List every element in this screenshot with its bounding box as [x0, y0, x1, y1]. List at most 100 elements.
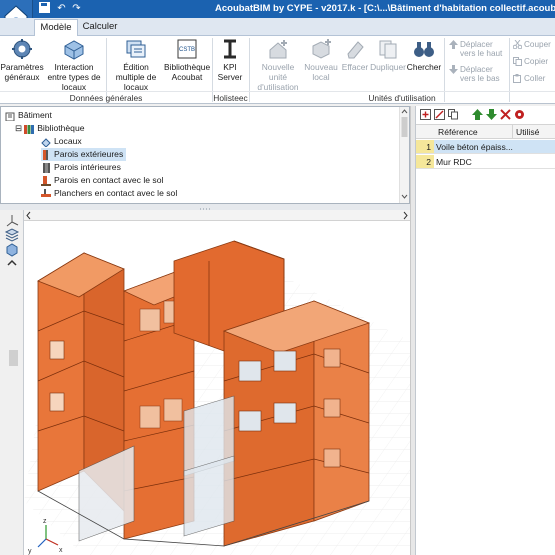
- deplacer-haut-button[interactable]: Déplacer vers le haut: [449, 40, 507, 58]
- room-icon: [41, 138, 51, 147]
- interaction-button[interactable]: Interaction entre types de locaux: [44, 36, 104, 92]
- parametres-label: Paramètres généraux: [0, 62, 44, 82]
- nouveau-local-label: Nouveau local: [304, 62, 338, 82]
- binoculars-icon: [414, 42, 434, 57]
- wall-icon: [43, 162, 50, 173]
- undo-icon[interactable]: ↶: [55, 2, 68, 15]
- parametres-button[interactable]: Paramètres généraux: [0, 36, 44, 82]
- chevron-up-icon[interactable]: [4, 258, 20, 268]
- bibliotheque-label: Bibliothèque Acoubat: [164, 62, 211, 82]
- svg-text:CSTB: CSTB: [179, 47, 195, 53]
- tab-calculer[interactable]: Calculer: [80, 19, 120, 36]
- kpi-icon: [224, 39, 236, 59]
- tree-item-label: Planchers en contact avec le sol: [54, 188, 178, 198]
- tree-item-parois-interieures[interactable]: Parois intérieures: [41, 161, 121, 174]
- couper-label: Couper: [524, 40, 551, 49]
- nouvelle-unite-button[interactable]: Nouvelle unité d'utilisation: [252, 36, 304, 92]
- kpi-button[interactable]: KPI Server: [213, 36, 247, 82]
- axis-label-x: x: [59, 547, 63, 554]
- erase-icon: [347, 41, 364, 59]
- effacer-label: Effacer: [341, 62, 369, 72]
- deplacer-haut-label: Déplacer vers le haut: [460, 40, 503, 58]
- edit-icon[interactable]: [434, 109, 445, 120]
- copy-icon[interactable]: [448, 109, 459, 120]
- coller-button[interactable]: Coller: [513, 74, 545, 83]
- wall-icon: [43, 149, 48, 160]
- duplicate-icon: [379, 40, 397, 59]
- tree-item-label: Bâtiment: [18, 110, 52, 120]
- building-icon: [5, 112, 15, 121]
- collapse-icon[interactable]: ⊟: [15, 123, 22, 133]
- cstb-library-icon: CSTB: [177, 39, 197, 59]
- tree-item-label: Locaux: [54, 136, 82, 146]
- 3d-model-view[interactable]: z y x: [24, 221, 410, 555]
- group-label-unites: Unités d'utilisation: [249, 91, 555, 104]
- nouveau-local-button[interactable]: Nouveau local: [304, 36, 338, 82]
- multi-edit-icon: [126, 40, 146, 58]
- floor-icon: [41, 188, 51, 197]
- tree-item-parois-sol[interactable]: Parois en contact avec le sol: [41, 174, 163, 187]
- arrow-down-icon: [449, 65, 458, 74]
- chercher-button[interactable]: Chercher: [406, 36, 442, 72]
- table-row[interactable]: 2 Mur RDC: [416, 155, 555, 169]
- tree-item-planchers-sol[interactable]: Planchers en contact avec le sol: [41, 187, 177, 200]
- properties-icon[interactable]: [514, 109, 525, 120]
- tab-modele[interactable]: Modèle: [34, 19, 78, 36]
- edition-label: Édition multiple de locaux: [115, 62, 157, 92]
- bibliotheque-button[interactable]: CSTB Bibliothèque Acoubat: [164, 36, 210, 82]
- tree-item-parois-exterieures[interactable]: Parois extérieures: [41, 148, 127, 161]
- window-title: AcoubatBIM by CYPE - v2017.k - [C:\...\B…: [215, 3, 555, 14]
- delete-icon[interactable]: [500, 109, 511, 120]
- project-tree: Bâtiment ⊟ Bibliothèque Locaux Parois ext…: [0, 106, 410, 204]
- tree-item-locaux[interactable]: Locaux: [41, 135, 82, 148]
- copier-button[interactable]: Copier: [513, 57, 548, 66]
- save-icon[interactable]: [38, 2, 51, 15]
- move-up-icon[interactable]: [472, 109, 483, 120]
- scissors-icon: [512, 39, 523, 50]
- books-icon: [24, 124, 35, 134]
- dupliquer-button[interactable]: Dupliquer: [370, 36, 406, 72]
- couper-button[interactable]: Couper: [512, 39, 551, 50]
- tree-item-bibliotheque[interactable]: ⊟ Bibliothèque: [15, 122, 85, 135]
- dupliquer-label: Dupliquer: [370, 62, 406, 72]
- cube-link-icon: [64, 40, 84, 60]
- axis-label-z: z: [43, 518, 47, 525]
- chercher-label: Chercher: [406, 62, 442, 72]
- copier-label: Copier: [524, 57, 549, 66]
- add-icon[interactable]: [420, 109, 431, 120]
- row-reference: Mur RDC: [436, 157, 472, 167]
- title-bar: AcoubatBIM by CYPE - v2017.k - [C:\...\B…: [0, 0, 555, 18]
- tree-item-label: Bibliothèque: [37, 123, 85, 133]
- cube-view-icon[interactable]: [4, 243, 20, 257]
- paste-icon: [513, 74, 522, 83]
- arrow-up-icon: [449, 40, 458, 49]
- effacer-button[interactable]: Effacer: [340, 36, 370, 72]
- view-scrollbar[interactable]: [24, 210, 410, 221]
- ribbon: Paramètres généraux Interaction entre ty…: [0, 36, 555, 104]
- new-room-icon: [312, 39, 331, 59]
- row-reference: Voile béton épaiss...: [436, 142, 513, 152]
- table-row[interactable]: 1 Voile béton épaiss...: [416, 140, 555, 154]
- tree-item-label: Parois en contact avec le sol: [54, 175, 164, 185]
- wall-ground-icon: [41, 175, 51, 186]
- kpi-label: KPI Server: [217, 62, 243, 82]
- deplacer-bas-button[interactable]: Déplacer vers le bas: [449, 65, 507, 83]
- deplacer-bas-label: Déplacer vers le bas: [460, 65, 500, 83]
- redo-icon[interactable]: ↷: [70, 2, 83, 15]
- column-utilise[interactable]: Utilisé: [512, 125, 539, 139]
- view-grip[interactable]: [9, 350, 18, 366]
- tree-item-batiment[interactable]: Bâtiment: [5, 109, 52, 122]
- axes-icon[interactable]: [4, 213, 20, 227]
- move-down-icon[interactable]: [486, 109, 497, 120]
- nouvelle-unite-label: Nouvelle unité d'utilisation: [257, 62, 299, 92]
- edition-button[interactable]: Édition multiple de locaux: [108, 36, 164, 92]
- tree-scrollbar[interactable]: [399, 107, 409, 203]
- table-header: Référence Utilisé: [416, 124, 555, 139]
- coller-label: Coller: [524, 74, 546, 83]
- interaction-label: Interaction entre types de locaux: [47, 62, 101, 92]
- column-reference[interactable]: Référence: [438, 125, 478, 139]
- layers-icon[interactable]: [4, 228, 20, 242]
- group-label-holisteec: Holisteec: [212, 91, 249, 103]
- group-label-donnees: Données générales: [0, 91, 212, 104]
- tree-item-label: Parois intérieures: [54, 162, 121, 172]
